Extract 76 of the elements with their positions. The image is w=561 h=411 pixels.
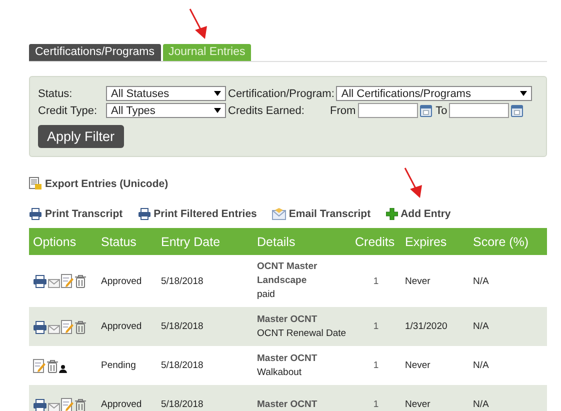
trash-icon[interactable] bbox=[75, 275, 86, 288]
caret-icon bbox=[520, 91, 528, 96]
user-icon[interactable] bbox=[59, 364, 67, 372]
certification-dropdown[interactable]: All Certifications/Programs bbox=[336, 86, 532, 101]
date-text: 5/18/2018 bbox=[161, 321, 204, 332]
field-label: Status: bbox=[38, 88, 74, 100]
annotation-arrow bbox=[187, 8, 209, 40]
date-text: 5/18/2018 bbox=[161, 399, 204, 410]
envelope-icon bbox=[272, 208, 286, 220]
action-link[interactable]: Print Transcript bbox=[45, 208, 123, 220]
status-text: Pending bbox=[101, 360, 136, 371]
trash-icon[interactable] bbox=[75, 320, 86, 334]
field-label: Certification/Program: bbox=[228, 88, 334, 100]
caret-icon bbox=[214, 91, 221, 96]
apply-filter-button[interactable]: Apply Filter bbox=[38, 125, 124, 148]
field-label: To bbox=[436, 104, 448, 116]
program-name: Master OCNT bbox=[257, 352, 318, 366]
annotation-arrow bbox=[402, 167, 424, 199]
trash-icon[interactable] bbox=[47, 360, 58, 372]
printer-icon bbox=[138, 208, 151, 220]
to-date-field[interactable] bbox=[449, 103, 510, 118]
column-header: Score (%) bbox=[473, 234, 529, 248]
column-header: Credits bbox=[355, 234, 395, 248]
printer-icon bbox=[29, 208, 42, 220]
status-dropdown[interactable]: All Statuses bbox=[106, 86, 226, 101]
expires-text: Never bbox=[405, 399, 430, 410]
status-text: Approved bbox=[101, 276, 142, 286]
credits-text: 1 bbox=[373, 399, 379, 410]
credits-text: 1 bbox=[373, 276, 379, 286]
column-header: Options bbox=[33, 234, 76, 248]
from-date-field[interactable] bbox=[358, 103, 418, 118]
edit-icon[interactable] bbox=[61, 320, 74, 334]
edit-icon[interactable] bbox=[33, 358, 46, 372]
entry-title: Walkabout bbox=[257, 366, 303, 380]
column-header: Details bbox=[257, 234, 296, 248]
edit-icon[interactable] bbox=[61, 398, 74, 411]
credits-text: 1 bbox=[373, 360, 379, 371]
plus-icon bbox=[386, 208, 398, 220]
calendar-icon[interactable] bbox=[511, 104, 524, 116]
printer-icon[interactable] bbox=[33, 398, 47, 411]
expires-text: Never bbox=[405, 276, 430, 286]
trash-icon[interactable] bbox=[75, 398, 86, 411]
caret-icon bbox=[214, 108, 221, 113]
calendar-icon[interactable] bbox=[420, 104, 432, 116]
action-link[interactable]: Add Entry bbox=[400, 208, 451, 220]
column-header: Status bbox=[101, 234, 136, 248]
score-text: N/A bbox=[473, 276, 489, 286]
program-name: Master OCNT bbox=[257, 398, 318, 411]
status-text: Approved bbox=[101, 399, 142, 410]
column-header: Expires bbox=[405, 234, 447, 248]
date-text: 5/18/2018 bbox=[161, 276, 204, 286]
field-label: Credits Earned: bbox=[228, 104, 306, 116]
score-text: N/A bbox=[473, 360, 489, 371]
status-text: Approved bbox=[101, 321, 142, 332]
export-link[interactable]: Export Entries (Unicode) bbox=[45, 178, 168, 190]
action-link[interactable]: Email Transcript bbox=[288, 208, 371, 220]
spreadsheet-icon bbox=[29, 177, 42, 190]
expires-text: 1/31/2020 bbox=[405, 321, 448, 332]
program-name: Master OCNT bbox=[257, 312, 318, 326]
printer-icon[interactable] bbox=[33, 275, 47, 288]
program-name: OCNT Master Landscape bbox=[257, 260, 318, 288]
expires-text: Never bbox=[405, 360, 430, 371]
credits-text: 1 bbox=[373, 321, 379, 332]
score-text: N/A bbox=[473, 321, 489, 332]
entry-title: paid bbox=[257, 288, 276, 302]
date-text: 5/18/2018 bbox=[161, 360, 204, 371]
entry-title: OCNT Renewal Date bbox=[257, 326, 347, 340]
action-link[interactable]: Print Filtered Entries bbox=[154, 208, 257, 220]
printer-icon[interactable] bbox=[33, 320, 47, 334]
tab[interactable]: Certifications/Programs bbox=[29, 44, 161, 61]
field-label: Credit Type: bbox=[38, 104, 98, 116]
credit-type-dropdown[interactable]: All Types bbox=[106, 103, 226, 118]
edit-icon[interactable] bbox=[61, 274, 74, 288]
column-header: Entry Date bbox=[161, 234, 220, 248]
field-label: From bbox=[330, 104, 356, 116]
score-text: N/A bbox=[473, 399, 489, 410]
